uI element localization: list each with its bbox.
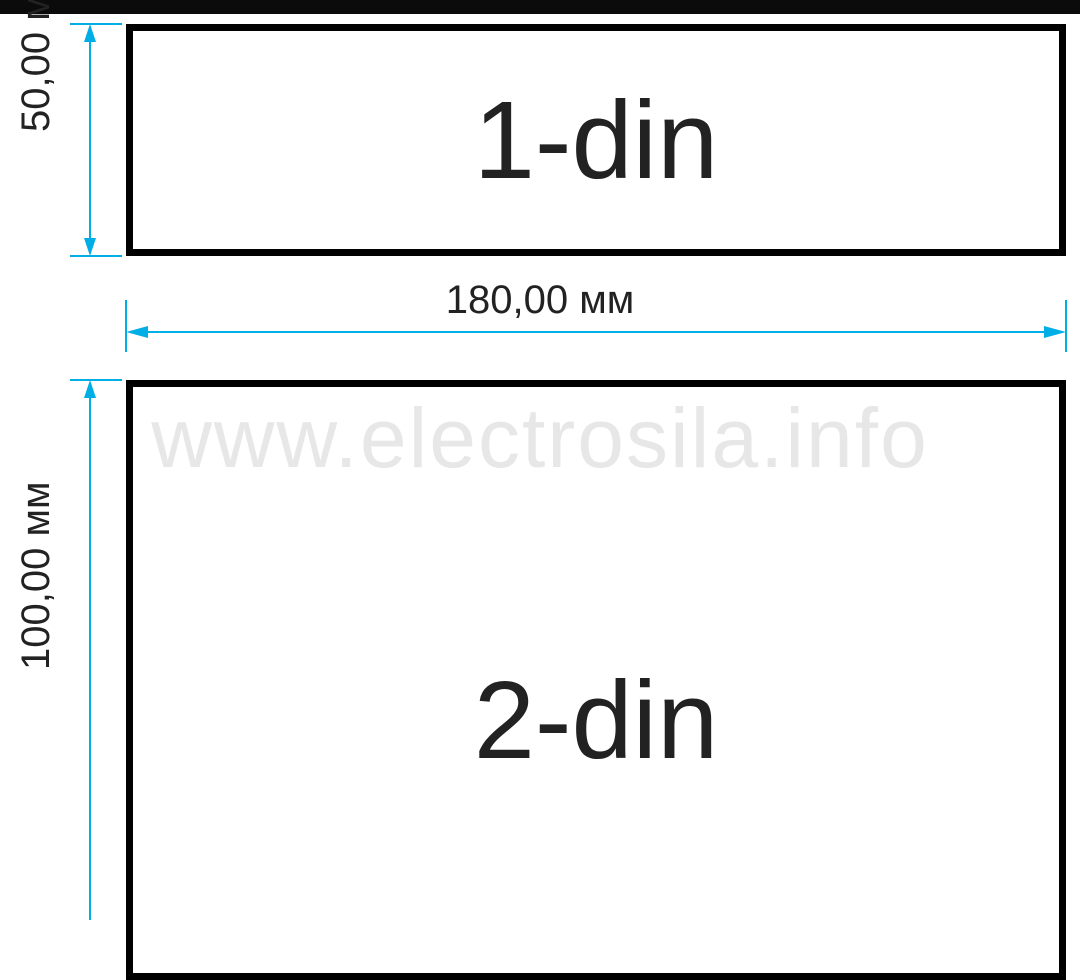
dimension-width: 180,00 мм xyxy=(0,278,1080,323)
dimension-height-1: 50,00 мм xyxy=(14,0,59,132)
dim-line-height-1 xyxy=(60,24,130,256)
din-1-box: 1-din xyxy=(126,24,1066,256)
din-2-label: 2-din xyxy=(474,657,719,784)
dimension-height-2: 100,00 мм xyxy=(14,482,59,670)
top-band xyxy=(0,0,1080,14)
din-1-label: 1-din xyxy=(474,77,719,204)
din-2-box: 2-din xyxy=(126,380,1066,980)
